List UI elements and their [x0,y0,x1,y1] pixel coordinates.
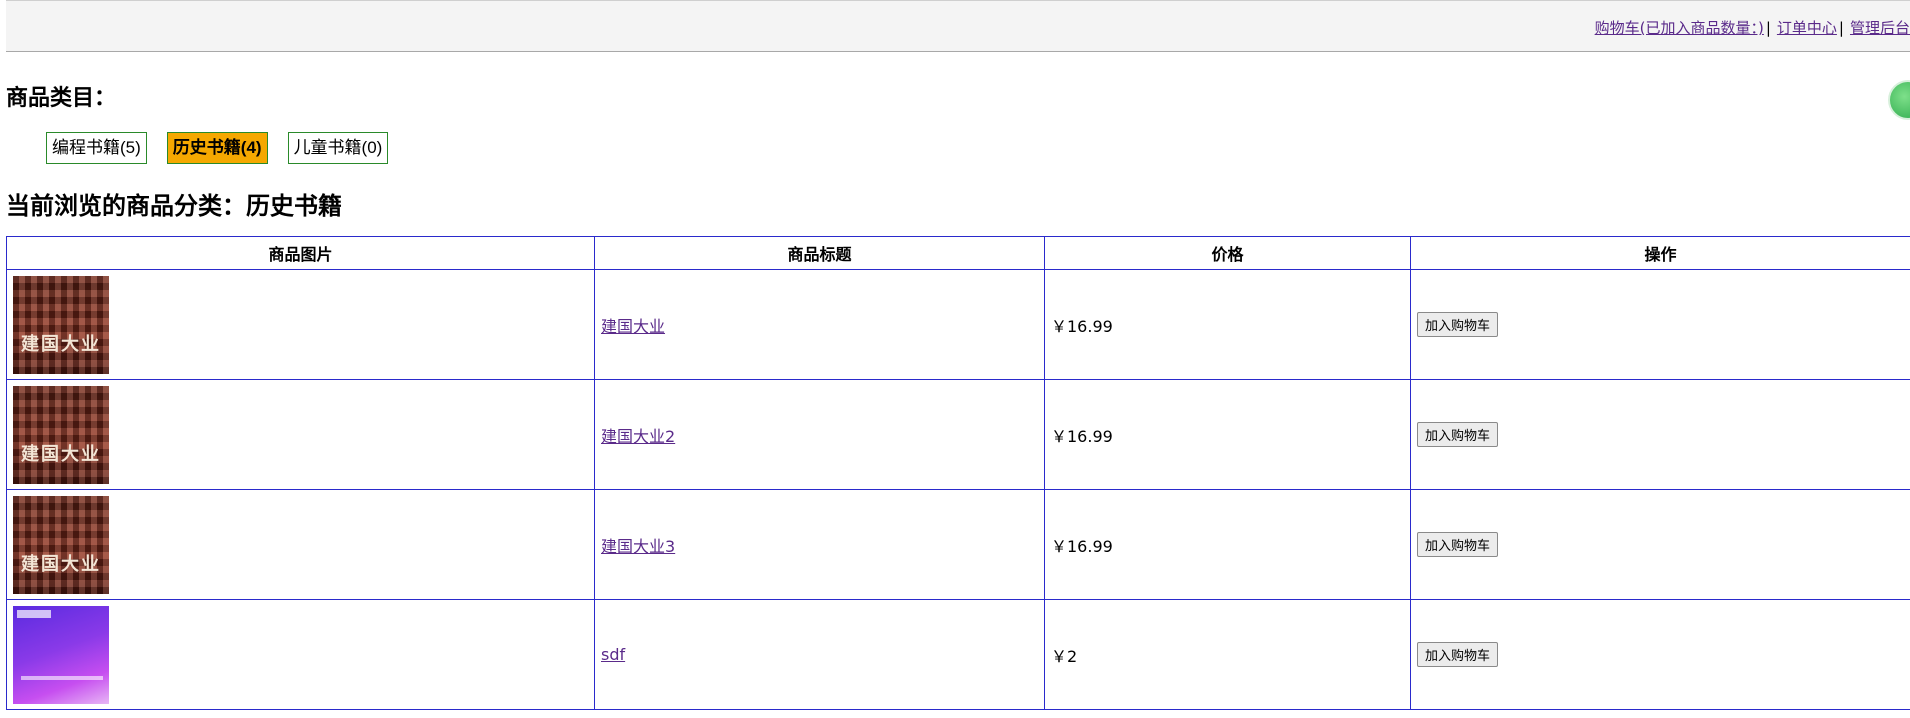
top-nav: 购物车(已加入商品数量：) | 订单中心 | 管理后台 [1595,17,1910,38]
action-cell: 加入购物车 [1410,599,1910,710]
title-cell: 建国大业2 [594,379,1045,490]
action-cell: 加入购物车 [1410,379,1910,490]
category-button-history[interactable]: 历史书籍(4) [166,132,268,164]
product-title-link[interactable]: 建国大业3 [601,537,675,556]
product-price: ￥16.99 [1051,316,1113,336]
add-to-cart-button[interactable]: 加入购物车 [1417,422,1499,447]
product-price: ￥2 [1051,646,1078,666]
cart-link[interactable]: 购物车(已加入商品数量：) [1595,19,1764,37]
header-price: 价格 [1044,236,1411,270]
goods-table: 商品图片 商品标题 价格 操作 建国大业 建国大业 ￥16.99 加入购物车 建… [6,236,1910,710]
orders-link[interactable]: 订单中心 [1777,19,1837,37]
header-title: 商品标题 [594,236,1045,270]
header-action: 操作 [1410,236,1910,270]
table-row: 建国大业 建国大业3 ￥16.99 加入购物车 [6,489,1910,600]
add-to-cart-button[interactable]: 加入购物车 [1417,312,1499,337]
top-bar: 购物车(已加入商品数量：) | 订单中心 | 管理后台 [6,0,1910,52]
table-row: sdf ￥2 加入购物车 [6,599,1910,710]
price-cell: ￥16.99 [1044,489,1411,600]
header-image: 商品图片 [6,236,595,270]
product-image: 建国大业 [13,275,109,374]
table-row: 建国大业 建国大业 ￥16.99 加入购物车 [6,269,1910,380]
title-cell: 建国大业 [594,269,1045,380]
category-heading: 商品类目： [6,86,117,111]
price-cell: ￥2 [1044,599,1411,710]
product-image [13,605,109,704]
table-header-row: 商品图片 商品标题 价格 操作 [6,236,1910,270]
product-image: 建国大业 [13,495,109,594]
image-cell [6,599,595,710]
action-cell: 加入购物车 [1410,269,1910,380]
image-cell: 建国大业 [6,269,595,380]
table-row: 建国大业 建国大业2 ￥16.99 加入购物车 [6,379,1910,490]
title-cell: sdf [594,599,1045,710]
image-cell: 建国大业 [6,379,595,490]
floating-widget-icon[interactable] [1888,80,1910,120]
category-button-children[interactable]: 儿童书籍(0) [287,132,389,164]
current-category-heading: 当前浏览的商品分类：历史书籍 [6,192,342,220]
poster-title-text: 建国大业 [21,443,101,465]
category-list: 编程书籍(5) 历史书籍(4) 儿童书籍(0) [46,132,389,164]
image-cell: 建国大业 [6,489,595,600]
admin-link[interactable]: 管理后台 [1850,19,1910,37]
add-to-cart-button[interactable]: 加入购物车 [1417,532,1499,557]
product-image: 建国大业 [13,385,109,484]
action-cell: 加入购物车 [1410,489,1910,600]
product-price: ￥16.99 [1051,426,1113,446]
price-cell: ￥16.99 [1044,269,1411,380]
nav-separator: | [1765,19,1771,37]
poster-title-text: 建国大业 [21,333,101,355]
add-to-cart-button[interactable]: 加入购物车 [1417,642,1499,667]
product-title-link[interactable]: 建国大业 [601,317,665,336]
nav-separator: | [1838,19,1844,37]
title-cell: 建国大业3 [594,489,1045,600]
product-title-link[interactable]: sdf [601,645,625,664]
price-cell: ￥16.99 [1044,379,1411,490]
category-button-programming[interactable]: 编程书籍(5) [46,132,147,164]
poster-title-text: 建国大业 [21,553,101,575]
cover-stripe [21,675,103,680]
product-title-link[interactable]: 建国大业2 [601,427,675,446]
publisher-logo-icon [17,609,51,618]
product-price: ￥16.99 [1051,536,1113,556]
